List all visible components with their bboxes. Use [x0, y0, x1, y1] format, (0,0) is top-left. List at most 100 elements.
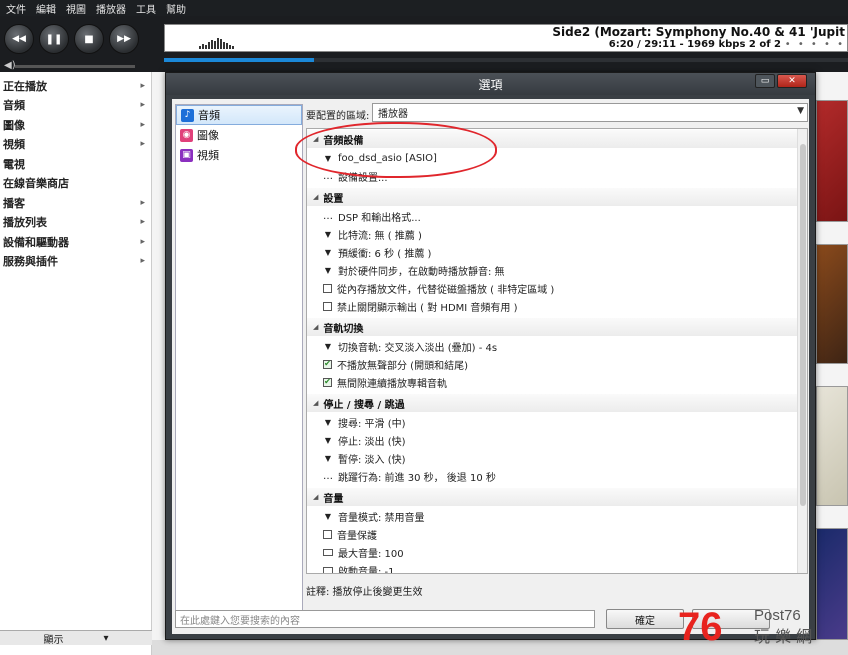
menu-bar: 文件 編輯 視圖 播放器 工具 幫助 [0, 0, 848, 16]
setting-label: 對於硬件同步，在啟動時播放靜音: 無 [338, 266, 505, 278]
setting-start-volume[interactable]: 啟動音量: -1 [323, 561, 793, 574]
restore-button[interactable]: ▭ [755, 74, 775, 88]
setting-skip-silence[interactable]: ✔ 不播放無聲部分 (開頭和結尾) [323, 355, 793, 373]
rating-dots[interactable]: • • • • • [785, 39, 845, 50]
checkbox-checked[interactable]: ✔ [323, 377, 332, 387]
checkbox[interactable] [323, 301, 332, 311]
menu-view[interactable]: 視圖 [66, 1, 86, 16]
collapse-triangle-icon: ◢ [313, 493, 319, 501]
group-label: 設置 [323, 193, 344, 205]
sidebar-item-audio[interactable]: 音頻 ▸ [0, 96, 151, 116]
menu-edit[interactable]: 編輯 [36, 1, 56, 16]
track-progress-bar[interactable] [164, 58, 848, 62]
setting-bitstream[interactable]: ▼ 比特流: 無 ( 推薦 ) [323, 225, 793, 243]
fast-forward-button[interactable]: ▶▶ [109, 24, 139, 54]
rewind-icon: ◀◀ [12, 34, 26, 44]
sidebar-display-toggle[interactable]: 顯示 ▾ [0, 630, 152, 646]
menu-file[interactable]: 文件 [6, 1, 26, 16]
setting-label: 不播放無聲部分 (開頭和結尾) [337, 360, 468, 372]
setting-dsp[interactable]: … DSP 和輸出格式... [323, 207, 793, 225]
collapse-triangle-icon: ◢ [313, 323, 319, 331]
film-icon: ▣ [180, 148, 193, 162]
sidebar-item-label: 播放列表 [3, 216, 47, 230]
checkbox[interactable] [323, 529, 332, 539]
setting-label: 音量保護 [337, 530, 377, 542]
menu-player[interactable]: 播放器 [96, 1, 126, 16]
speaker-icon[interactable]: ◀) [4, 60, 16, 71]
search-input[interactable]: 在此處鍵入您要搜索的內容 [175, 610, 595, 628]
sidebar-item-tv[interactable]: 電視 [0, 154, 151, 174]
checkbox-checked[interactable]: ✔ [323, 359, 332, 369]
setting-crossfade[interactable]: ▼ 切換音軌: 交叉淡入淡出 (疊加) - 4s [323, 337, 793, 355]
setting-prebuffer[interactable]: ▼ 預緩衝: 6 秒 ( 推薦 ) [323, 243, 793, 261]
album-cover[interactable] [816, 386, 848, 506]
settings-scrollbar[interactable] [797, 129, 807, 573]
album-cover[interactable] [816, 100, 848, 222]
stop-button[interactable]: ■ [74, 24, 104, 54]
pause-button[interactable]: ❚❚ [39, 24, 69, 54]
dialog-body: ♪ 音頻 ◉ 圖像 ▣ 視頻 要配置的區域: 播放器 ▼ ◢ 音頻設備 ▼ fo… [172, 99, 809, 634]
area-select[interactable]: 播放器 ▼ [372, 103, 808, 122]
dropdown-arrow-icon: ▼ [324, 417, 332, 427]
menu-help[interactable]: 幫助 [166, 1, 186, 16]
setting-volume-protect[interactable]: 音量保護 [323, 525, 793, 543]
sidebar-item-label: 播客 [3, 196, 25, 210]
setting-hw-sync[interactable]: ▼ 對於硬件同步，在啟動時播放靜音: 無 [323, 261, 793, 279]
album-cover[interactable] [816, 244, 848, 364]
group-track-switch[interactable]: ◢ 音軌切換 [307, 318, 797, 336]
close-button[interactable]: ✕ [777, 74, 807, 88]
edit-field-icon [323, 548, 333, 556]
group-label: 音量 [323, 493, 344, 505]
restore-icon: ▭ [760, 76, 770, 86]
sidebar-item-online-store[interactable]: 在線音樂商店 [0, 174, 151, 194]
setting-label: 啟動音量: -1 [338, 566, 395, 574]
sidebar-item-label: 服務與插件 [3, 255, 58, 269]
dropdown-arrow-icon: ▼ [324, 229, 332, 239]
dropdown-arrow-icon: ▼ [324, 511, 332, 521]
group-settings[interactable]: ◢ 設置 [307, 188, 797, 206]
collapse-triangle-icon: ◢ [313, 399, 319, 407]
category-video[interactable]: ▣ 視頻 [176, 145, 302, 165]
setting-memory-play[interactable]: 從內存播放文件，代替從磁盤播放 ( 非特定區域 ) [323, 279, 793, 297]
chevron-right-icon: ▸ [140, 80, 145, 91]
setting-max-volume[interactable]: 最大音量: 100 [323, 543, 793, 561]
category-label: 視頻 [197, 149, 219, 162]
setting-label: 切換音軌: 交叉淡入淡出 (疊加) - 4s [338, 342, 498, 354]
ok-button[interactable]: 確定 [606, 609, 684, 629]
sidebar-item-playlists[interactable]: 播放列表 ▸ [0, 213, 151, 233]
now-playing-panel: Side2 (Mozart: Symphony No.40 & 41 'Jupi… [164, 24, 848, 52]
setting-pause[interactable]: ▼ 暫停: 淡入 (快) [323, 449, 793, 467]
setting-stop[interactable]: ▼ 停止: 淡出 (快) [323, 431, 793, 449]
dialog-title-bar: 選項 ▭ ✕ [166, 73, 815, 95]
group-stop-seek-skip[interactable]: ◢ 停止 / 搜尋 / 跳過 [307, 394, 797, 412]
rewind-button[interactable]: ◀◀ [4, 24, 34, 54]
sidebar-item-podcasts[interactable]: 播客 ▸ [0, 193, 151, 213]
menu-tools[interactable]: 工具 [136, 1, 156, 16]
scrollbar-thumb[interactable] [800, 144, 806, 506]
setting-label: 最大音量: 100 [338, 548, 404, 560]
setting-volume-mode[interactable]: ▼ 音量模式: 禁用音量 [323, 507, 793, 525]
watermark-cn: 玩 樂 網 [754, 627, 812, 646]
sidebar-item-services[interactable]: 服務與插件 ▸ [0, 252, 151, 272]
chevron-right-icon: ▸ [140, 139, 145, 150]
group-volume[interactable]: ◢ 音量 [307, 488, 797, 506]
red-annotation-ellipse [295, 122, 497, 178]
volume-slider[interactable] [15, 65, 135, 68]
chevron-right-icon: ▸ [140, 217, 145, 228]
setting-seek[interactable]: ▼ 搜尋: 平滑 (中) [323, 413, 793, 431]
category-label: 圖像 [197, 129, 219, 142]
post76-logo-icon: 76 Post76 玩 樂 網 [678, 605, 812, 649]
sidebar-item-video[interactable]: 視頻 ▸ [0, 135, 151, 155]
category-images[interactable]: ◉ 圖像 [176, 125, 302, 145]
category-audio[interactable]: ♪ 音頻 [176, 105, 302, 125]
sidebar-item-now-playing[interactable]: 正在播放 ▸ [0, 76, 151, 96]
fast-forward-icon: ▶▶ [117, 34, 131, 44]
checkbox[interactable] [323, 283, 332, 293]
setting-label: 搜尋: 平滑 (中) [338, 418, 406, 430]
setting-gapless[interactable]: ✔ 無間隙連續播放專輯音軌 [323, 373, 793, 391]
setting-skip-behavior[interactable]: … 跳躍行為: 前進 30 秒， 後退 10 秒 [323, 467, 793, 485]
sidebar-item-devices[interactable]: 設備和驅動器 ▸ [0, 232, 151, 252]
setting-disable-display-off[interactable]: 禁止關閉顯示輸出 ( 對 HDMI 音頻有用 ) [323, 297, 793, 315]
setting-label: 音量模式: 禁用音量 [338, 512, 425, 524]
sidebar-item-images[interactable]: 圖像 ▸ [0, 115, 151, 135]
